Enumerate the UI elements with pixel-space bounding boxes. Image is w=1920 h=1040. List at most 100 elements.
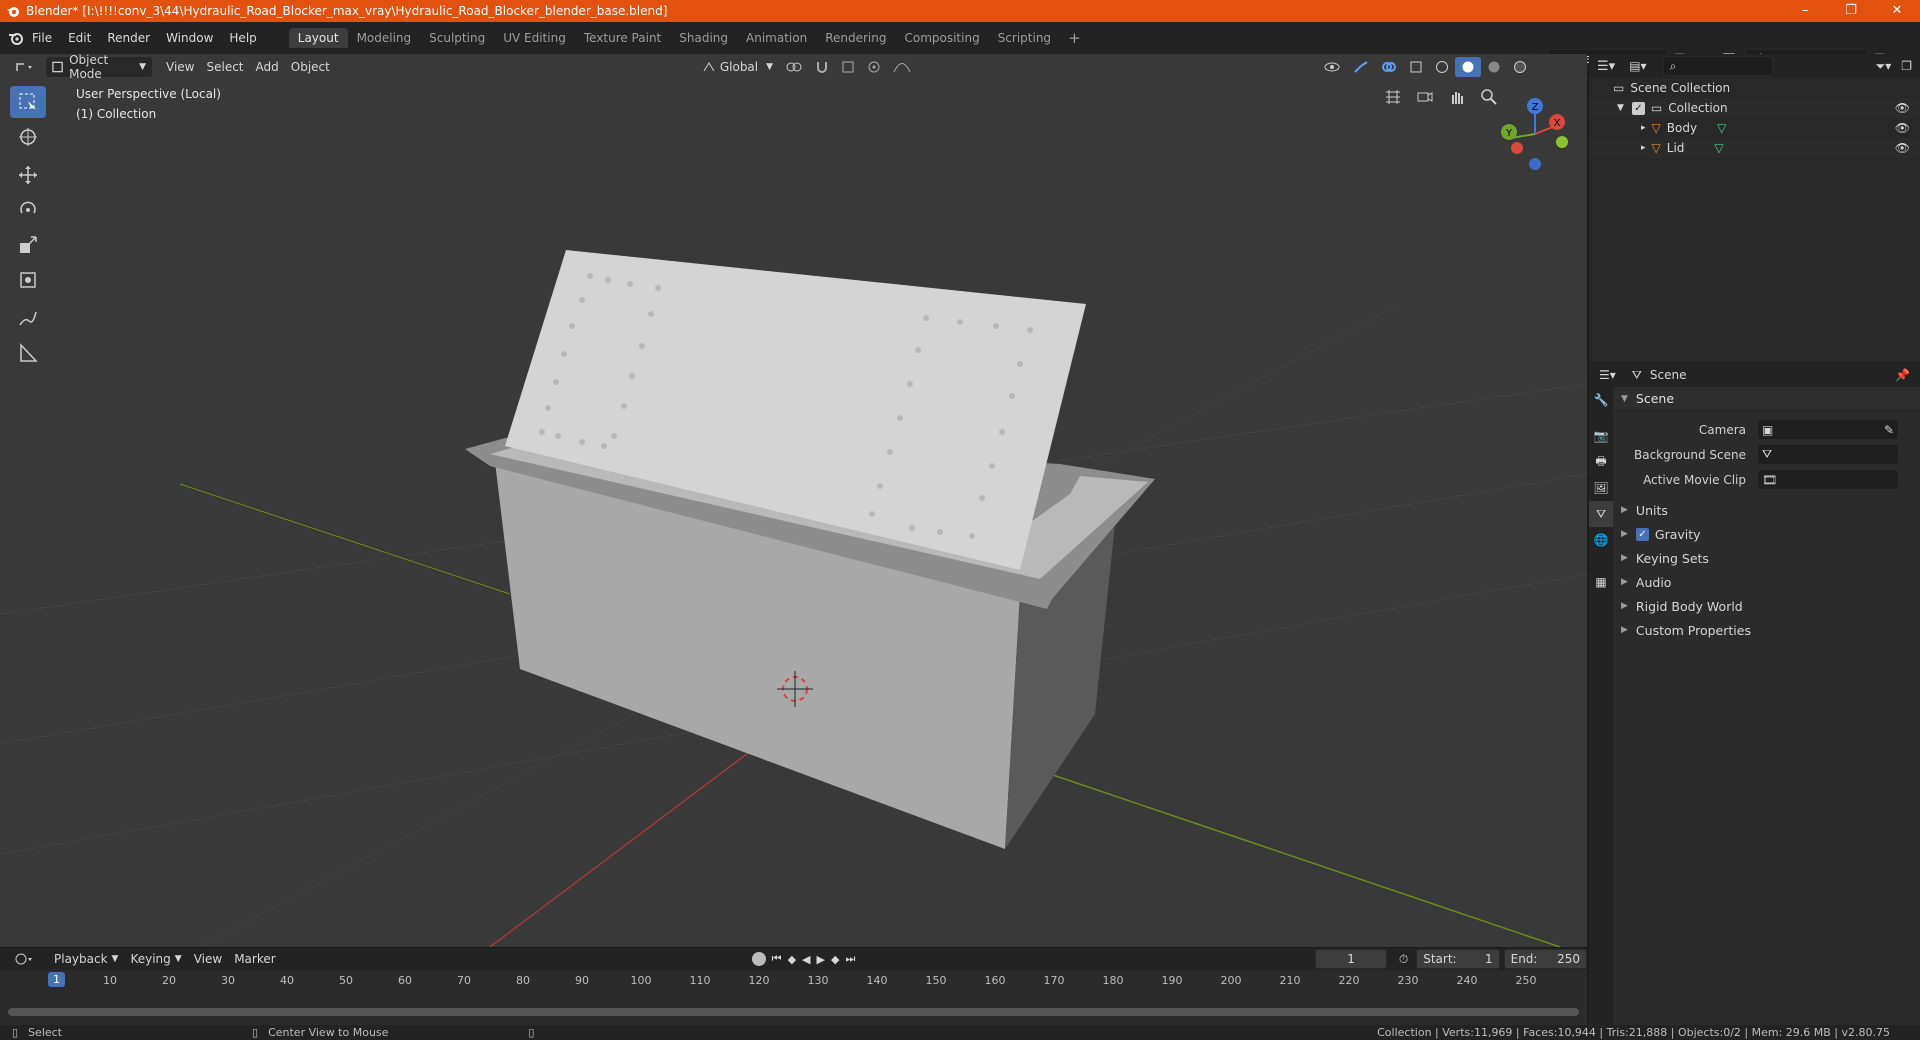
transform-orientation-dropdown[interactable]: Global ▼ (696, 57, 779, 77)
jump-start-icon[interactable]: ⏮ (772, 952, 782, 966)
outliner-row-body[interactable]: ▸ ▽ Body ▽ 👁 (1589, 118, 1920, 138)
filter-icon[interactable]: ⏷▾ (1876, 59, 1892, 74)
scene-panel-header[interactable]: ▼ Scene (1613, 387, 1920, 411)
shading-wireframe-button[interactable] (1429, 57, 1455, 77)
gravity-checkbox[interactable]: ✓ (1635, 527, 1649, 541)
shading-solid-button[interactable] (1455, 57, 1482, 77)
tab-compositing[interactable]: Compositing (895, 28, 988, 48)
expand-arrow-icon[interactable]: ▸ (1641, 143, 1646, 153)
eyedropper-icon[interactable]: ✎ (1884, 423, 1894, 437)
menu-marker[interactable]: Marker (228, 949, 281, 969)
active-movie-clip-field[interactable]: 🎞 (1758, 470, 1898, 489)
outliner-row-collection[interactable]: ▼ ✓ ▭ Collection 👁 (1589, 98, 1920, 118)
rigid-body-world-panel[interactable]: ▶ Rigid Body World (1613, 594, 1920, 618)
menu-help[interactable]: Help (221, 31, 264, 45)
texture-tab-icon[interactable]: ▦ (1589, 569, 1613, 595)
tab-animation[interactable]: Animation (737, 28, 816, 48)
menu-add[interactable]: Add (250, 57, 285, 77)
menu-file[interactable]: File (24, 31, 60, 45)
maximize-button[interactable]: ❐ (1828, 0, 1874, 22)
tab-sculpting[interactable]: Sculpting (420, 28, 494, 48)
overlays-toggle-button[interactable] (1375, 57, 1403, 77)
jump-keyframe-back-icon[interactable]: ◆ (788, 953, 796, 966)
add-workspace-button[interactable]: + (1060, 29, 1089, 47)
menu-object[interactable]: Object (285, 57, 336, 77)
outliner-search-input[interactable]: ⌕ (1662, 56, 1773, 76)
gizmo-toggle-button[interactable] (1347, 57, 1375, 77)
close-button[interactable]: ✕ (1874, 0, 1920, 22)
start-frame-field[interactable]: Start: 1 (1416, 949, 1500, 969)
xray-toggle-button[interactable] (1403, 57, 1429, 77)
tab-shading[interactable]: Shading (670, 28, 737, 48)
select-box-tool[interactable] (10, 86, 46, 118)
jump-keyframe-forward-icon[interactable]: ◆ (831, 953, 839, 966)
tab-scripting[interactable]: Scripting (989, 28, 1060, 48)
expand-arrow-icon[interactable]: ▼ (1617, 103, 1624, 113)
keying-sets-panel[interactable]: ▶ Keying Sets (1613, 546, 1920, 570)
menu-playback[interactable]: Playback ▼ (48, 949, 124, 969)
view-layer-tab-icon[interactable]: 🖼 (1589, 475, 1613, 501)
output-tab-icon[interactable]: 🖶 (1589, 449, 1613, 475)
audio-panel[interactable]: ▶ Audio (1613, 570, 1920, 594)
play-reverse-icon[interactable]: ◀ (802, 953, 810, 966)
rotate-tool[interactable] (10, 194, 46, 226)
current-frame-marker[interactable]: 1 (48, 972, 65, 987)
gravity-panel[interactable]: ▶ ✓ Gravity (1613, 522, 1920, 546)
world-tab-icon[interactable]: 🌐 (1589, 527, 1613, 553)
minimize-button[interactable]: – (1782, 0, 1828, 22)
play-icon[interactable]: ▶ (817, 953, 825, 966)
visibility-button[interactable] (1317, 57, 1347, 77)
end-frame-field[interactable]: End: 250 (1503, 949, 1587, 969)
mesh-data-icon[interactable]: ▽ (1714, 141, 1723, 155)
menu-render[interactable]: Render (99, 31, 158, 45)
eye-icon[interactable]: 👁 (1895, 141, 1910, 155)
expand-arrow-icon[interactable]: ▸ (1641, 123, 1646, 133)
measure-tool[interactable] (10, 337, 46, 369)
menu-select[interactable]: Select (200, 57, 249, 77)
display-mode-icon[interactable]: ▤▾ (1629, 59, 1646, 73)
timeline-scrollbar[interactable] (8, 1008, 1579, 1016)
eye-icon[interactable]: 👁 (1895, 121, 1910, 135)
pin-icon[interactable]: 📌 (1895, 368, 1910, 382)
camera-view-icon[interactable] (1412, 84, 1438, 110)
transform-tool[interactable] (10, 264, 46, 296)
outliner-row-lid[interactable]: ▸ ▽ Lid ▽ 👁 (1589, 138, 1920, 158)
falloff-button[interactable] (887, 57, 917, 77)
jump-end-icon[interactable]: ⏭ (845, 952, 855, 966)
tab-layout[interactable]: Layout (288, 28, 348, 48)
new-collection-icon[interactable]: ❐ (1901, 59, 1912, 73)
mesh-data-icon[interactable]: ▽ (1717, 121, 1726, 135)
tab-modeling[interactable]: Modeling (348, 28, 421, 48)
exclude-checkbox[interactable]: ✓ (1631, 101, 1645, 115)
shading-material-button[interactable] (1481, 57, 1507, 77)
tool-tab-icon[interactable]: 🔧 (1589, 387, 1613, 413)
menu-window[interactable]: Window (158, 31, 221, 45)
menu-timeline-view[interactable]: View (188, 949, 228, 969)
pivot-point-button[interactable] (779, 57, 809, 77)
menu-edit[interactable]: Edit (60, 31, 99, 45)
scale-tool[interactable] (10, 229, 46, 261)
background-scene-field[interactable]: ⛛ (1758, 445, 1898, 464)
toggle-camera-grid-icon[interactable] (1380, 84, 1406, 110)
scene-tab-icon[interactable]: ⛛ (1589, 501, 1613, 527)
proportional-edit-button[interactable] (861, 57, 887, 77)
menu-keying[interactable]: Keying ▼ (124, 949, 187, 969)
render-tab-icon[interactable]: 📷 (1589, 423, 1613, 449)
menu-view[interactable]: View (160, 57, 200, 77)
tab-rendering[interactable]: Rendering (816, 28, 895, 48)
cursor-tool[interactable] (10, 121, 46, 153)
editor-type-button[interactable] (8, 57, 40, 77)
camera-field[interactable]: ▣ ✎ (1758, 420, 1898, 439)
tab-uv-editing[interactable]: UV Editing (494, 28, 575, 48)
pan-view-hand-icon[interactable] (1444, 84, 1470, 110)
outliner-row-scene-collection[interactable]: ▭ Scene Collection (1589, 78, 1920, 98)
3d-viewport[interactable]: Z X Y Object Mode ▼ View Select Add Obje… (0, 54, 1587, 947)
snap-button[interactable] (809, 57, 835, 77)
eye-icon[interactable]: 👁 (1895, 101, 1910, 115)
tab-texture-paint[interactable]: Texture Paint (575, 28, 670, 48)
outliner-editor-type-icon[interactable]: ☰▾ (1597, 59, 1615, 74)
properties-editor-type-icon[interactable]: ☰▾ (1599, 368, 1616, 382)
viewport-scene[interactable]: Z X Y (0, 54, 1587, 947)
units-panel[interactable]: ▶ Units (1613, 498, 1920, 522)
zoom-view-magnifier-icon[interactable] (1476, 84, 1502, 110)
